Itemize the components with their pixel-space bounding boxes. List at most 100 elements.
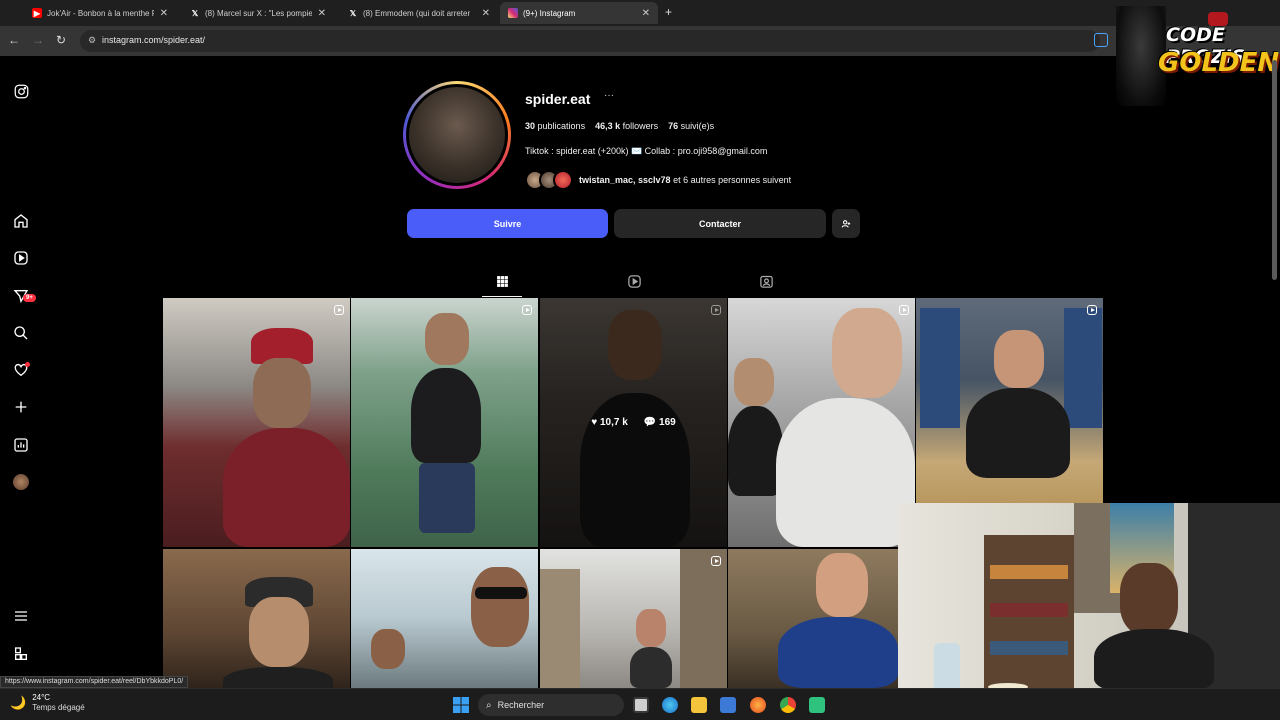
firefox-icon[interactable] xyxy=(750,697,766,713)
close-tab-icon[interactable]: ✕ xyxy=(482,8,490,19)
shelf-shape xyxy=(540,569,580,688)
profile-avatar-icon[interactable] xyxy=(12,473,30,491)
browser-tab[interactable]: 𝕏 (8) Marcel sur X : "Les pompiers ✕ xyxy=(182,2,334,24)
follow-button[interactable]: Suivre xyxy=(407,209,608,238)
forward-arrow-icon[interactable]: → xyxy=(32,33,44,47)
tab-title: (8) Marcel sur X : "Les pompiers xyxy=(205,8,312,18)
reel-icon xyxy=(1087,305,1097,315)
moon-icon: 🌙 xyxy=(10,695,27,710)
close-tab-icon[interactable]: ✕ xyxy=(642,8,650,19)
taskbar-search[interactable]: ⌕ Rechercher xyxy=(478,694,624,716)
browser-tab[interactable]: 𝕏 (8) Emmodem (qui doit arreter ✕ xyxy=(340,2,498,24)
browser-tab[interactable]: ▶ Jok'Air - Bonbon à la menthe Fe ✕ xyxy=(24,2,176,24)
followed-by-text: twistan_mac, ssclv78 et 6 autres personn… xyxy=(579,175,791,185)
post-thumbnail[interactable] xyxy=(351,549,538,688)
post-thumbnail[interactable] xyxy=(163,298,350,547)
posts-count: 30 xyxy=(525,121,536,131)
close-tab-icon[interactable]: ✕ xyxy=(160,8,168,19)
create-plus-icon[interactable] xyxy=(12,398,30,416)
status-bar-link: https://www.instagram.com/spider.eat/ree… xyxy=(0,676,189,688)
edge-icon[interactable] xyxy=(662,697,678,713)
followed-by-names: twistan_mac, ssclv78 xyxy=(579,175,671,185)
search-icon[interactable] xyxy=(12,324,30,342)
body-shape xyxy=(1094,629,1214,691)
profile-username: spider.eat xyxy=(525,91,591,107)
face-shape xyxy=(832,308,902,398)
address-bar[interactable]: ⚙ instagram.com/spider.eat/ xyxy=(80,30,1100,52)
face-shape xyxy=(734,358,774,406)
reload-icon[interactable]: ↻ xyxy=(56,33,66,47)
likes-count: 10,7 k xyxy=(599,417,628,428)
likes-stat: ♥ 10,7 k xyxy=(591,417,628,428)
tab-tagged[interactable] xyxy=(757,272,775,290)
post-thumbnail[interactable] xyxy=(728,298,915,547)
suggested-accounts-button[interactable] xyxy=(832,209,860,238)
webcam-overlay xyxy=(898,503,1280,691)
profile-avatar[interactable] xyxy=(403,81,511,189)
contact-button[interactable]: Contacter xyxy=(614,209,826,238)
following-stat[interactable]: 76 suivi(e)s xyxy=(668,121,714,131)
face-shape xyxy=(816,553,868,617)
fridge-shape xyxy=(1064,308,1102,428)
face-shape xyxy=(636,609,666,647)
sunglasses-shape xyxy=(475,587,527,599)
weather-widget[interactable]: 🌙 24°C Temps dégagé xyxy=(10,693,85,713)
followers-stat[interactable]: 46,3 k followers xyxy=(595,121,658,131)
close-tab-icon[interactable]: ✕ xyxy=(318,8,326,19)
following-label: suivi(e)s xyxy=(680,121,715,131)
new-tab-button[interactable]: + xyxy=(665,5,672,19)
reels-icon[interactable] xyxy=(12,249,30,267)
follower-avatar xyxy=(553,170,573,190)
file-explorer-icon[interactable] xyxy=(691,697,707,713)
profile-bio: Tiktok : spider.eat (+200k) ✉️ Collab : … xyxy=(525,146,768,156)
browser-tab-active[interactable]: (9+) Instagram ✕ xyxy=(500,2,658,24)
more-options-icon[interactable]: ··· xyxy=(604,90,614,101)
dashboard-icon[interactable] xyxy=(12,436,30,454)
site-info-icon[interactable]: ⚙ xyxy=(88,35,96,46)
notification-dot xyxy=(25,362,30,367)
comments-stat: 💬 169 xyxy=(643,417,676,428)
heart-icon[interactable] xyxy=(12,361,30,379)
comments-count: 169 xyxy=(659,417,676,428)
menu-icon[interactable] xyxy=(12,607,30,625)
post-thumbnail[interactable] xyxy=(728,549,898,688)
app-icon[interactable] xyxy=(809,697,825,713)
windows-start-icon[interactable] xyxy=(453,697,469,713)
post-thumbnail-hovered[interactable]: ♥ 10,7 k 💬 169 xyxy=(540,298,727,547)
x-icon: 𝕏 xyxy=(191,8,199,18)
books-shape xyxy=(990,565,1068,579)
url-text[interactable]: instagram.com/spider.eat/ xyxy=(102,35,205,45)
more-apps-icon[interactable] xyxy=(12,645,30,663)
home-icon[interactable] xyxy=(12,212,30,230)
store-icon[interactable] xyxy=(720,697,736,713)
post-thumbnail[interactable] xyxy=(916,298,1103,503)
followed-by-rest: et 6 autres personnes suivent xyxy=(670,175,792,185)
tab-title: (9+) Instagram xyxy=(523,8,576,18)
instagram-logo-icon[interactable] xyxy=(12,82,30,100)
page-scrollbar[interactable] xyxy=(1272,60,1277,280)
windows-taskbar: 🌙 24°C Temps dégagé ⌕ Rechercher xyxy=(0,688,1280,720)
followers-label: followers xyxy=(622,121,659,131)
post-thumbnail[interactable] xyxy=(540,549,727,688)
instagram-icon xyxy=(508,8,518,18)
post-thumbnail[interactable] xyxy=(163,549,350,688)
body-shape xyxy=(630,647,672,688)
x-icon: 𝕏 xyxy=(349,8,357,18)
posts-stat: 30 publications xyxy=(525,121,585,131)
tab-posts[interactable] xyxy=(493,272,511,290)
tab-reels[interactable] xyxy=(625,272,643,290)
grid-icon xyxy=(496,275,508,287)
streamer-logo: CODE PROZIS GOLDENG xyxy=(1108,2,1280,110)
chrome-icon[interactable] xyxy=(780,697,796,713)
back-arrow-icon[interactable]: ← xyxy=(8,33,20,47)
task-view-icon[interactable] xyxy=(633,697,649,713)
face-shape xyxy=(253,358,311,428)
tab-title: (8) Emmodem (qui doit arreter xyxy=(363,8,471,18)
books-shape xyxy=(990,603,1068,617)
extension-icon[interactable] xyxy=(1094,33,1108,47)
shorts-shape xyxy=(419,463,475,533)
followed-by[interactable]: twistan_mac, ssclv78 et 6 autres personn… xyxy=(525,169,791,191)
notifications-badge: 9+ xyxy=(23,294,36,302)
body-shape xyxy=(223,428,350,547)
post-thumbnail[interactable] xyxy=(351,298,538,547)
